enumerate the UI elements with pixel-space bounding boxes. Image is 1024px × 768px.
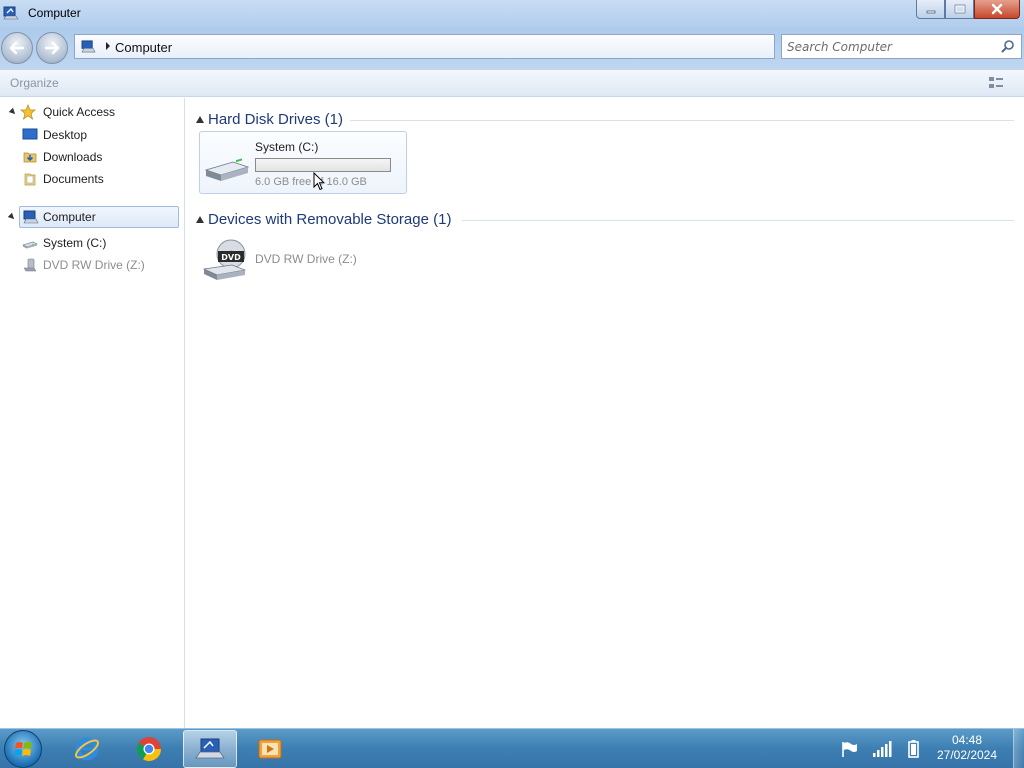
hard-drive-icon	[22, 241, 38, 249]
forward-arrow-icon	[44, 41, 60, 55]
tree-item-label: DVD RW Drive (Z:)	[43, 258, 145, 272]
search-icon[interactable]	[1001, 39, 1015, 53]
battery-icon[interactable]	[903, 739, 923, 759]
dvd-badge: DVD	[221, 253, 241, 262]
media-player-icon	[258, 739, 282, 759]
device-dvd-rw-drive[interactable]: DVD DVD RW Drive (Z:)	[199, 235, 399, 285]
tree-item-label: System (C:)	[43, 236, 107, 250]
internet-explorer-icon	[74, 737, 100, 761]
group-label: Devices with Removable Storage (1)	[208, 211, 452, 228]
dvd-drive-icon: DVD	[202, 239, 247, 280]
back-button[interactable]	[1, 32, 33, 64]
caption-buttons	[916, 0, 1020, 20]
start-button[interactable]	[4, 730, 42, 768]
tree-item-dvd-drive[interactable]: DVD RW Drive (Z:)	[20, 255, 170, 275]
maximize-icon	[954, 4, 965, 14]
breadcrumb-chevron-icon[interactable]	[106, 42, 110, 50]
drive-name: System (C:)	[255, 140, 319, 154]
drive-free-space: 6.0 GB free of 16.0 GB	[255, 176, 367, 188]
windows-start-icon	[14, 742, 32, 756]
taskbar-media-player[interactable]	[243, 730, 297, 768]
show-desktop-button[interactable]	[1013, 729, 1024, 768]
window-title: Computer	[28, 6, 81, 20]
desktop-icon	[22, 128, 38, 140]
group-header-removable-storage[interactable]: Devices with Removable Storage (1)	[196, 210, 1014, 230]
content-pane: Hard Disk Drives (1) System (C:) 6.0 GB …	[186, 98, 1024, 728]
downloads-folder-icon	[23, 152, 37, 163]
computer-icon	[23, 210, 39, 224]
tree-item-system-c[interactable]: System (C:)	[20, 233, 170, 253]
minimize-icon	[926, 10, 935, 14]
forward-button[interactable]	[36, 32, 68, 64]
group-divider	[462, 220, 1014, 221]
collapse-triangle-icon[interactable]	[196, 216, 204, 223]
clock-date: 27/02/2024	[936, 748, 998, 762]
taskbar-internet-explorer[interactable]	[60, 730, 114, 768]
tree-item-label: Computer	[43, 210, 96, 224]
tree-item-desktop[interactable]: Desktop	[20, 125, 170, 145]
tree-item-documents[interactable]: Documents	[20, 169, 170, 189]
navigation-pane: Quick Access Desktop Downloads Documents…	[0, 98, 185, 728]
action-center-flag-icon[interactable]	[839, 739, 859, 759]
back-arrow-icon	[9, 41, 25, 55]
breadcrumb-computer[interactable]: Computer	[115, 40, 172, 55]
tree-item-label: Downloads	[43, 150, 103, 164]
device-name: DVD RW Drive (Z:)	[255, 252, 357, 266]
clock-time: 04:48	[951, 733, 983, 747]
collapse-triangle-icon[interactable]	[8, 107, 18, 117]
mouse-cursor-icon	[313, 172, 325, 191]
search-input[interactable]	[787, 38, 995, 55]
tree-item-quick-access[interactable]: Quick Access	[6, 102, 176, 122]
network-signal-icon[interactable]	[872, 739, 892, 759]
group-divider	[350, 120, 1014, 121]
group-label: Hard Disk Drives (1)	[208, 111, 344, 128]
computer-icon	[195, 738, 225, 759]
hard-drive-icon	[204, 158, 250, 181]
computer-icon	[81, 40, 96, 53]
system-clock[interactable]: 04:48 27/02/2024	[930, 733, 1004, 763]
search-box[interactable]	[781, 34, 1022, 59]
tree-item-label: Quick Access	[43, 105, 116, 119]
close-icon	[991, 3, 1003, 15]
command-bar: Organize	[0, 70, 1024, 97]
taskbar: 04:48 27/02/2024	[0, 728, 1024, 768]
chrome-icon	[136, 737, 161, 762]
dvd-drive-icon	[23, 258, 37, 272]
title-bar: Computer	[0, 0, 1024, 30]
group-header-hard-disk-drives[interactable]: Hard Disk Drives (1)	[196, 110, 1014, 130]
drive-usage-bar	[255, 158, 391, 172]
computer-icon	[3, 6, 19, 20]
navigation-bar: Computer	[0, 30, 1024, 70]
tree-item-computer[interactable]: Computer	[19, 206, 179, 228]
tree-item-label: Documents	[43, 172, 104, 186]
maximize-button[interactable]	[945, 0, 974, 19]
tree-item-label: Desktop	[43, 128, 88, 142]
minimize-button[interactable]	[916, 0, 945, 19]
address-bar[interactable]: Computer	[74, 34, 775, 59]
collapse-triangle-icon[interactable]	[196, 116, 204, 123]
star-icon	[20, 104, 36, 120]
change-view-icon[interactable]	[987, 74, 1005, 92]
drive-tile-system-c[interactable]: System (C:) 6.0 GB free of 16.0 GB	[199, 131, 407, 194]
documents-folder-icon	[24, 173, 36, 186]
collapse-triangle-icon[interactable]	[7, 212, 17, 222]
taskbar-chrome[interactable]	[122, 730, 176, 768]
tree-item-downloads[interactable]: Downloads	[20, 147, 170, 167]
taskbar-computer-explorer[interactable]	[183, 730, 237, 768]
organize-button[interactable]: Organize	[10, 76, 59, 90]
close-button[interactable]	[974, 0, 1020, 19]
